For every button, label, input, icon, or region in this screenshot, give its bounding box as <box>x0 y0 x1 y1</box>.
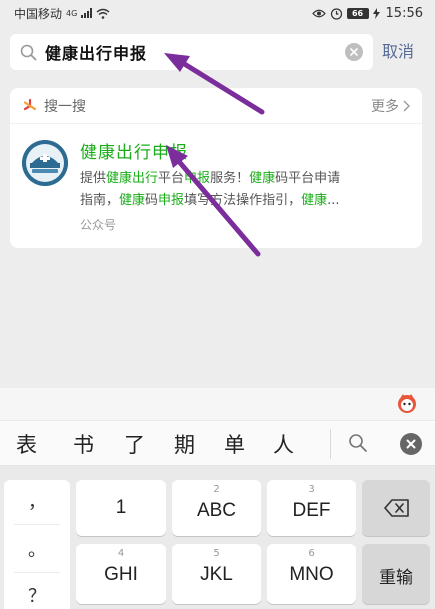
result-description: 提供健康出行平台申报服务！健康码平台申请 指南，健康码申报填写方法操作指引，健康… <box>80 168 410 212</box>
key-jkl[interactable]: 5 JKL <box>172 544 261 604</box>
key-ghi[interactable]: 4 GHI <box>76 544 166 604</box>
keyboard-mascot-icon[interactable] <box>396 392 418 414</box>
search-input[interactable]: 健康出行申报 <box>45 40 345 64</box>
signal-icon <box>81 8 93 18</box>
search-one-search-header: 搜一搜 <box>22 96 86 116</box>
result-title[interactable]: 健康出行申报 <box>80 138 188 163</box>
clear-search-button[interactable] <box>345 43 363 61</box>
key-mno[interactable]: 6 MNO <box>267 544 356 604</box>
keyboard: 表 书 了 期 单 人 ， 。 ？ 1 2 ABC 3 DEF 4 GHI 5 … <box>0 388 435 609</box>
account-type-label: 公众号 <box>80 218 117 232</box>
backspace-icon <box>384 499 409 517</box>
keyboard-search-icon[interactable] <box>348 433 368 453</box>
search-result-card: 搜一搜 更多 健康出行申报 提供健康出行平台申报服务！健康码平台申请 指南，健康… <box>10 88 422 248</box>
alarm-icon <box>330 7 342 20</box>
candidate-word[interactable]: 书 <box>73 429 94 459</box>
card-header-label: 搜一搜 <box>44 98 86 115</box>
status-bar: 中国移动 4G 66 15:56 <box>0 0 435 26</box>
status-time: 15:56 <box>385 5 423 21</box>
charging-icon <box>372 7 380 19</box>
keyboard-toolbar <box>0 388 435 420</box>
punctuation-key-period[interactable]: 。 <box>4 536 70 562</box>
more-link[interactable]: 更多 <box>371 96 410 116</box>
desc-line-1: 提供健康出行平台申报服务！健康码平台申请 <box>80 171 341 186</box>
key-1[interactable]: 1 <box>76 480 166 536</box>
cancel-button[interactable]: 取消 <box>382 34 414 70</box>
punct-divider <box>14 572 60 573</box>
punctuation-column[interactable]: ， 。 ？ <box>4 480 70 609</box>
candidate-word[interactable]: 单 <box>224 429 245 459</box>
status-left: 中国移动 4G <box>14 5 110 22</box>
search-icon <box>20 44 37 60</box>
reenter-button[interactable]: 重输 <box>362 544 430 604</box>
key-def[interactable]: 3 DEF <box>267 480 356 536</box>
candidate-word[interactable]: 人 <box>273 429 294 459</box>
backspace-button[interactable] <box>362 480 430 536</box>
chevron-right-icon <box>403 100 410 111</box>
candidate-bar: 表 书 了 期 单 人 <box>0 420 435 466</box>
search-bar[interactable]: 健康出行申报 <box>10 34 373 70</box>
network-label: 4G <box>66 8 78 18</box>
keyboard-collapse-button[interactable] <box>400 433 422 455</box>
status-right: 66 15:56 <box>311 5 423 21</box>
card-header: 搜一搜 更多 <box>10 88 422 124</box>
desc-line-2: 指南，健康码申报填写方法操作指引，健康... <box>80 193 340 208</box>
battery-icon: 66 <box>346 7 369 19</box>
medical-logo-icon <box>22 140 68 186</box>
key-area: ， 。 ？ 1 2 ABC 3 DEF 4 GHI 5 JKL 6 MNO 重输 <box>0 466 435 609</box>
eye-icon <box>311 9 326 17</box>
close-icon <box>350 48 358 56</box>
account-avatar <box>22 140 68 186</box>
candidate-word[interactable]: 了 <box>124 429 145 459</box>
carrier-label: 中国移动 <box>14 6 63 21</box>
punctuation-key-question[interactable]: ？ <box>4 582 70 608</box>
key-abc[interactable]: 2 ABC <box>172 480 261 536</box>
candidate-word[interactable]: 表 <box>16 429 37 459</box>
close-icon <box>406 439 416 449</box>
punct-divider <box>14 524 60 525</box>
more-label: 更多 <box>371 98 399 115</box>
wifi-icon <box>96 8 110 19</box>
sou-yi-sou-icon <box>23 98 37 110</box>
candidate-divider <box>330 429 331 459</box>
candidate-word[interactable]: 期 <box>174 429 195 459</box>
result-item[interactable]: 健康出行申报 提供健康出行平台申报服务！健康码平台申请 指南，健康码申报填写方法… <box>10 124 422 248</box>
punctuation-key-comma[interactable]: ， <box>4 488 70 514</box>
